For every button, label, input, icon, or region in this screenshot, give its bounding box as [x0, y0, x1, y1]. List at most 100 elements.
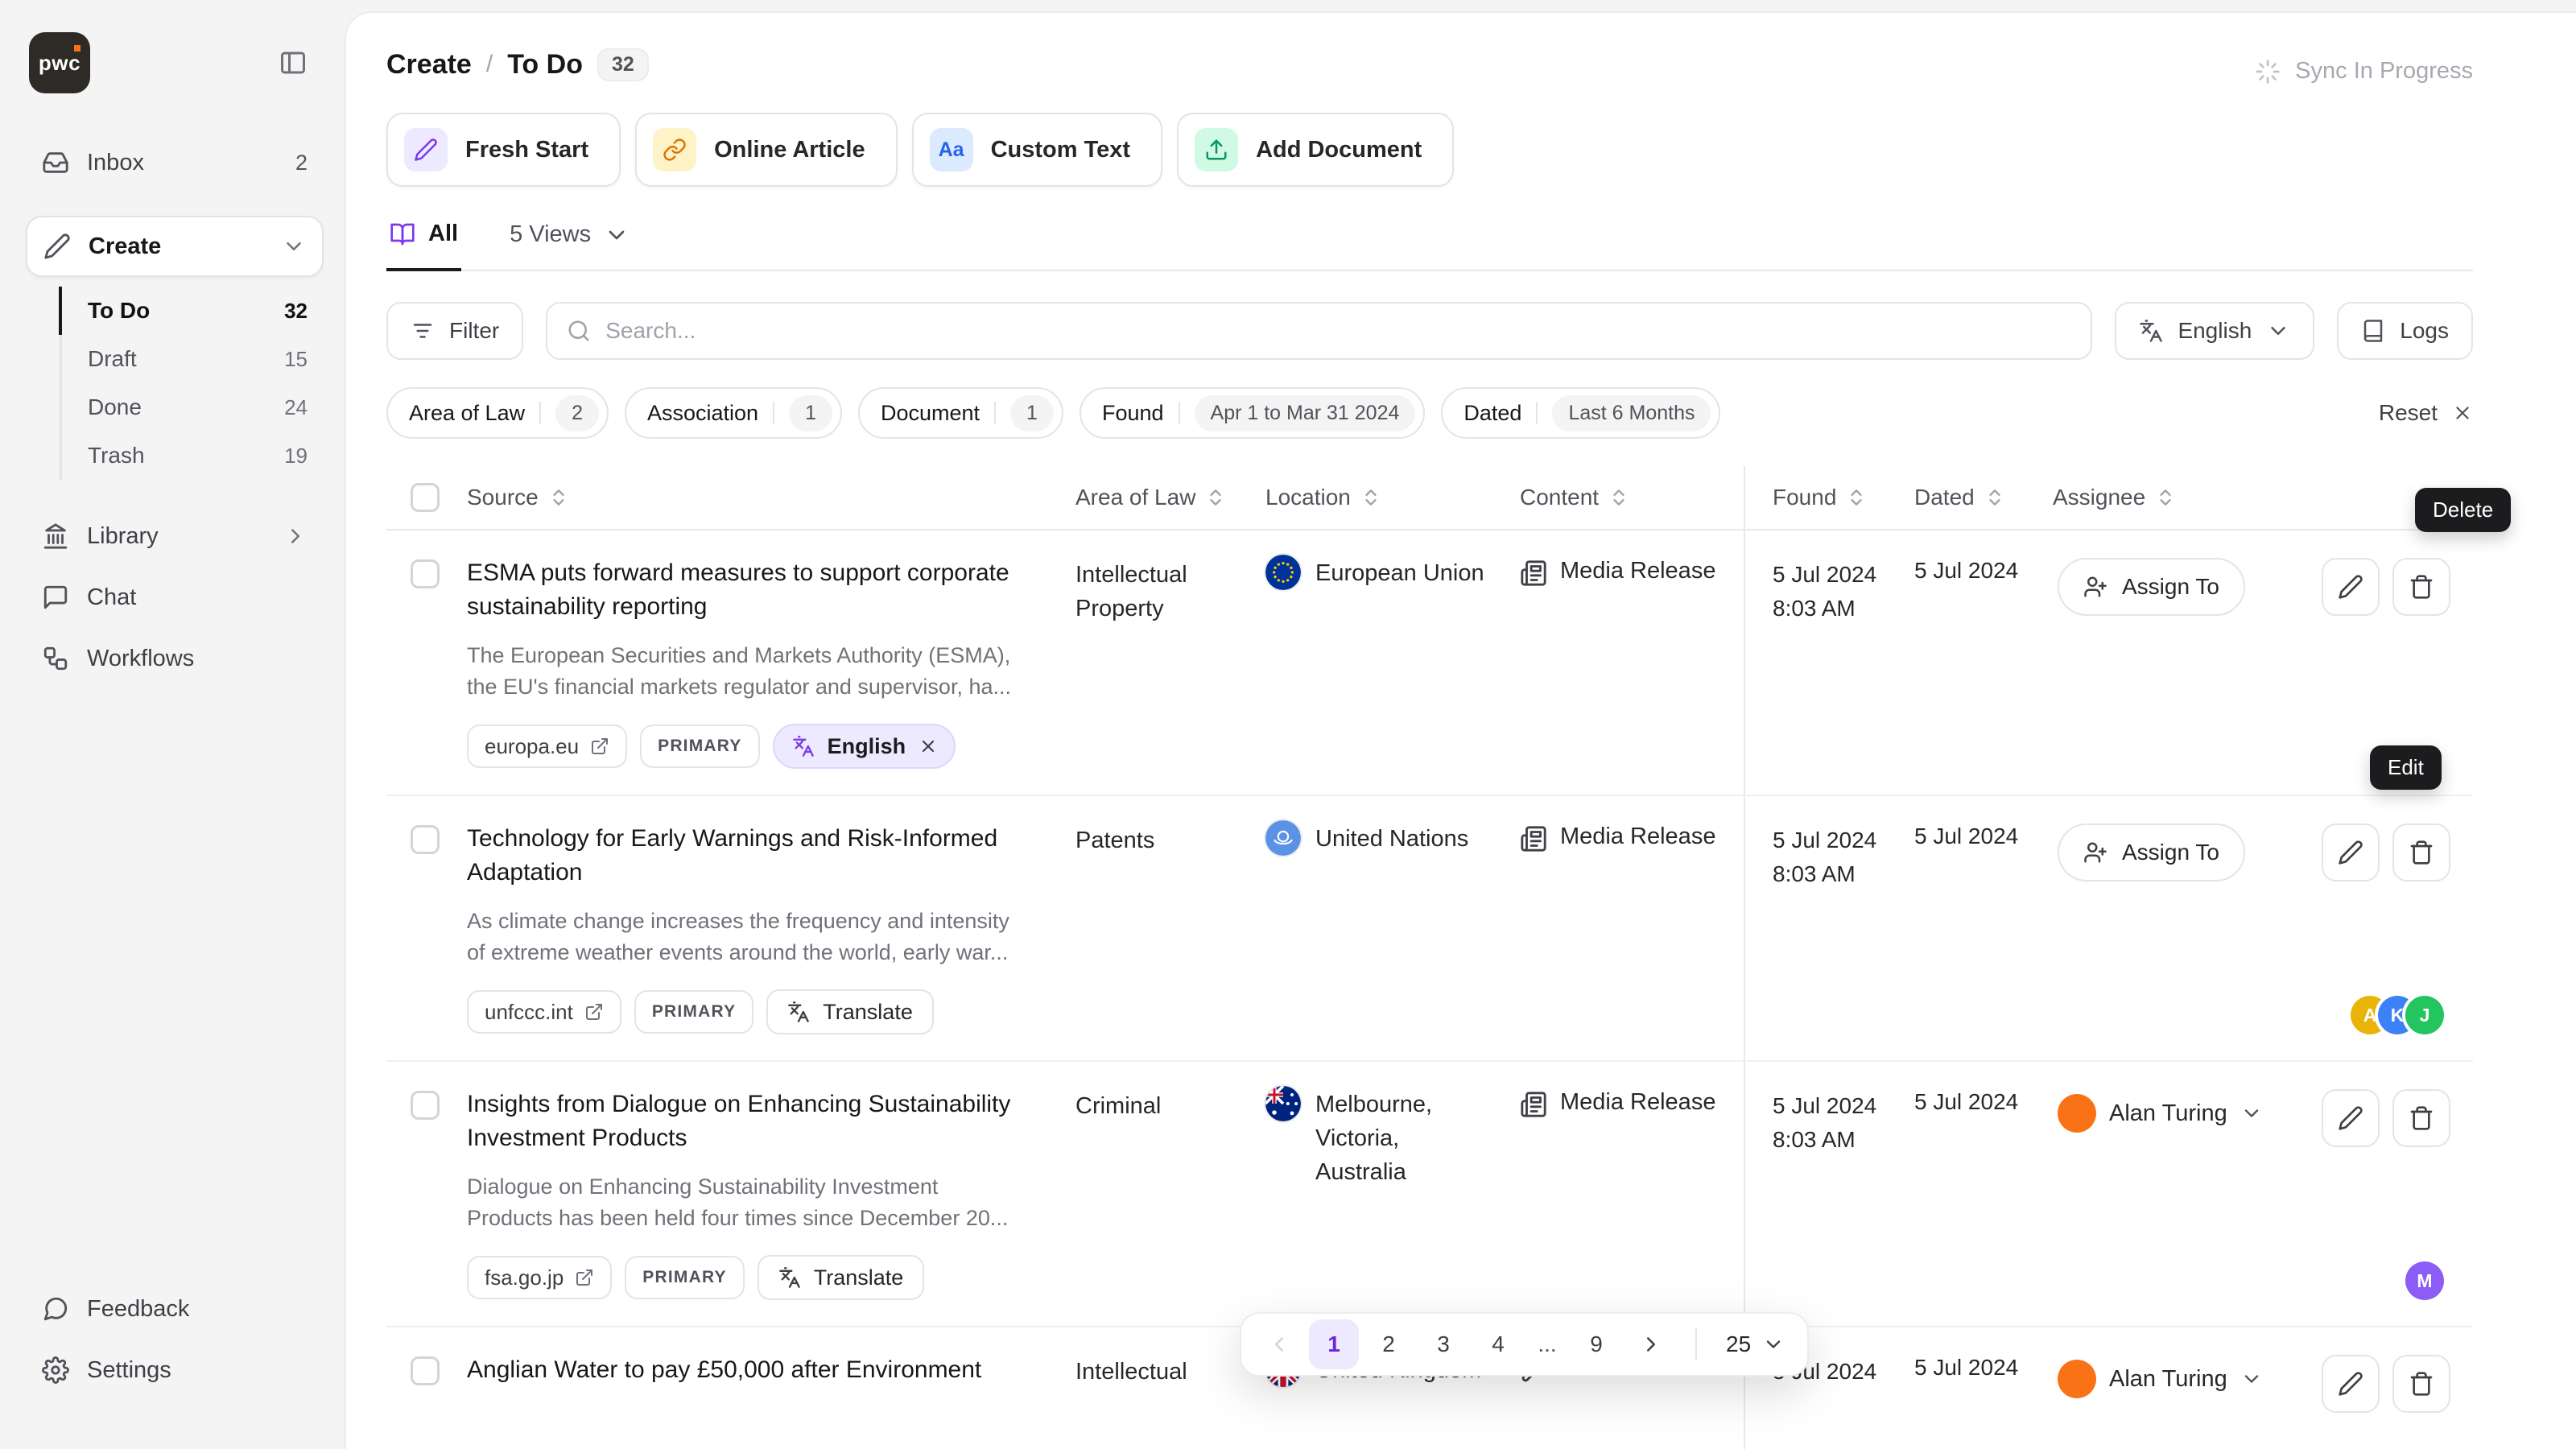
filter-chip-association[interactable]: Association 1 [625, 387, 842, 439]
assign-to-button[interactable]: Assign To [2058, 824, 2245, 881]
column-label: Found [1773, 485, 1836, 510]
add-document-button[interactable]: Add Document [1177, 113, 1454, 187]
translate-button[interactable]: Translate [766, 989, 934, 1034]
tab-all[interactable]: All [386, 209, 461, 271]
page-button-3[interactable]: 3 [1418, 1319, 1468, 1369]
breadcrumb-create[interactable]: Create [386, 49, 472, 80]
toolbar: Filter English Logs [386, 302, 2473, 360]
sidebar-item-label: Chat [87, 584, 136, 611]
source-link[interactable]: europa.eu [467, 724, 627, 768]
sort-icon [2155, 487, 2176, 508]
source-link[interactable]: fsa.go.jp [467, 1256, 612, 1299]
row-title[interactable]: Technology for Early Warnings and Risk-I… [467, 822, 1027, 890]
fresh-start-button[interactable]: Fresh Start [386, 113, 621, 187]
pagination: 1 2 3 4 ... 9 25 [1240, 1312, 1809, 1377]
source-domain: unfccc.int [485, 1000, 573, 1025]
filter-chip-found[interactable]: Found Apr 1 to Mar 31 2024 [1080, 387, 1425, 439]
column-header-content[interactable]: Content [1507, 466, 1744, 529]
filter-chip-document[interactable]: Document 1 [858, 387, 1063, 439]
custom-text-button[interactable]: Aa Custom Text [912, 113, 1162, 187]
pencil-icon [414, 138, 438, 162]
previous-page-button[interactable] [1254, 1319, 1304, 1369]
row-checkbox[interactable] [411, 1356, 440, 1385]
language-chip[interactable]: English [773, 724, 956, 769]
tab-label: All [428, 221, 458, 247]
row-description: As climate change increases the frequenc… [467, 906, 1027, 968]
assignee-select[interactable]: Alan Turing [2058, 1088, 2293, 1133]
column-header-dated[interactable]: Dated [1901, 466, 2040, 529]
page-button-9[interactable]: 9 [1571, 1319, 1621, 1369]
online-article-button[interactable]: Online Article [635, 113, 897, 187]
page-size-select[interactable]: 25 [1716, 1331, 1794, 1357]
sidebar-item-settings[interactable]: Settings [26, 1340, 324, 1401]
remove-language-icon[interactable] [919, 737, 938, 756]
sidebar-group-create: Create [26, 216, 324, 277]
logs-button[interactable]: Logs [2337, 302, 2473, 360]
row-checkbox[interactable] [411, 825, 440, 854]
pencil-icon [2338, 1371, 2363, 1397]
row-title[interactable]: Anglian Water to pay £50,000 after Envir… [467, 1353, 1027, 1387]
assign-to-button[interactable]: Assign To [2058, 558, 2245, 616]
sidebar-item-trash[interactable]: Trash 19 [59, 431, 324, 480]
select-all-checkbox[interactable] [411, 483, 440, 512]
column-header-found[interactable]: Found [1744, 466, 1901, 529]
assignee-select[interactable]: Alan Turing [2058, 1353, 2293, 1398]
column-header-area-of-law[interactable]: Area of Law [1063, 466, 1253, 529]
sidebar-item-feedback[interactable]: Feedback [26, 1278, 324, 1340]
pencil-icon [2338, 574, 2363, 600]
library-icon [42, 522, 69, 550]
row-checkbox[interactable] [411, 1091, 440, 1120]
collaborator-avatars: M [2417, 1261, 2444, 1300]
page-button-4[interactable]: 4 [1473, 1319, 1523, 1369]
page-button-1[interactable]: 1 [1309, 1319, 1359, 1369]
row-checkbox[interactable] [411, 559, 440, 588]
filter-button[interactable]: Filter [386, 302, 523, 360]
sidebar-item-create[interactable]: Create [27, 217, 322, 275]
primary-badge: PRIMARY [640, 724, 759, 768]
external-link-icon [584, 1002, 604, 1022]
next-page-button[interactable] [1626, 1319, 1676, 1369]
source-link[interactable]: unfccc.int [467, 990, 621, 1034]
delete-button[interactable] [2392, 558, 2450, 616]
column-header-assignee[interactable]: Assignee [2040, 466, 2306, 529]
pwc-logo: pwc [29, 32, 90, 93]
sidebar-item-done[interactable]: Done 24 [59, 383, 324, 431]
filter-chip-dated[interactable]: Dated Last 6 Months [1441, 387, 1720, 439]
button-label: Translate [814, 1265, 904, 1290]
edit-button[interactable] [2322, 1355, 2380, 1413]
row-title[interactable]: ESMA puts forward measures to support co… [467, 556, 1027, 624]
column-header-source[interactable]: Source [451, 466, 1063, 529]
sidebar-item-todo[interactable]: To Do 32 [59, 287, 324, 335]
delete-button[interactable] [2392, 824, 2450, 881]
delete-button[interactable] [2392, 1089, 2450, 1147]
language-select[interactable]: English [2115, 302, 2314, 360]
translate-button[interactable]: Translate [758, 1255, 925, 1300]
chevron-right-icon [1639, 1332, 1663, 1356]
sidebar-item-library[interactable]: Library [26, 506, 324, 567]
filter-chip-area-of-law[interactable]: Area of Law 2 [386, 387, 609, 439]
search-input[interactable] [605, 318, 2071, 344]
assignee-avatar [2058, 1094, 2096, 1133]
found-time: 8:03 AM [1773, 857, 1889, 891]
row-title[interactable]: Insights from Dialogue on Enhancing Sust… [467, 1088, 1027, 1155]
sidebar-item-workflows[interactable]: Workflows [26, 628, 324, 689]
sidebar-item-chat[interactable]: Chat [26, 567, 324, 628]
sidebar-item-draft[interactable]: Draft 15 [59, 335, 324, 383]
area-of-law-cell: Intellectual [1063, 1327, 1253, 1449]
panel-left-icon [279, 48, 308, 77]
area-of-law-cell: Criminal [1063, 1062, 1253, 1326]
column-header-location[interactable]: Location [1253, 466, 1507, 529]
tab-views-dropdown[interactable]: 5 Views [506, 209, 633, 270]
sidebar-collapse-button[interactable] [272, 42, 314, 84]
edit-button[interactable] [2322, 558, 2380, 616]
delete-button[interactable] [2392, 1355, 2450, 1413]
page-button-2[interactable]: 2 [1364, 1319, 1414, 1369]
edit-button[interactable] [2322, 1089, 2380, 1147]
sidebar-item-inbox[interactable]: Inbox 2 [26, 132, 324, 193]
column-label: Content [1520, 485, 1599, 510]
chevron-down-icon [1762, 1333, 1785, 1356]
edit-button[interactable] [2322, 824, 2380, 881]
translate-icon [787, 1001, 810, 1023]
reset-filters-button[interactable]: Reset [2379, 400, 2473, 426]
primary-badge: PRIMARY [625, 1256, 744, 1299]
